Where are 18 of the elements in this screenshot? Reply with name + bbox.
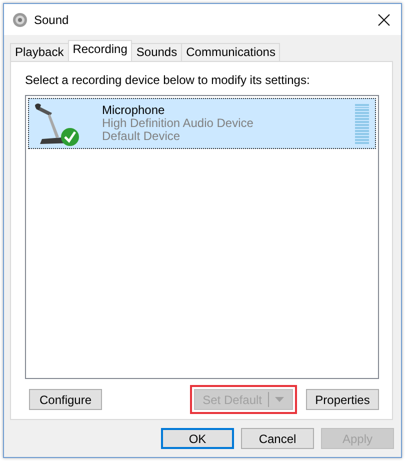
tab[interactable]: Communications [181,43,280,61]
device-row[interactable]: Microphone High Definition Audio Device Default Device [28,98,376,149]
window-title: Sound [34,12,70,26]
dialog-button[interactable]: OK [161,428,234,449]
microphone-icon [32,100,82,146]
dialog-button[interactable]: Cancel [241,428,314,449]
device-description: High Definition Audio Device [102,117,254,130]
device-status: Default Device [102,130,182,143]
level-meter [355,104,369,144]
speaker-icon [12,12,28,28]
tab[interactable]: Playback [10,43,69,61]
close-button[interactable] [378,14,390,26]
dropdown-arrow-icon [275,397,284,402]
instruction-text: Select a recording device below to modify its settings: [25,73,311,89]
device-button[interactable]: Properties [306,389,379,410]
device-name: Microphone [102,104,166,117]
device-button[interactable]: Configure [29,389,102,410]
tab[interactable]: Recording [68,40,132,61]
